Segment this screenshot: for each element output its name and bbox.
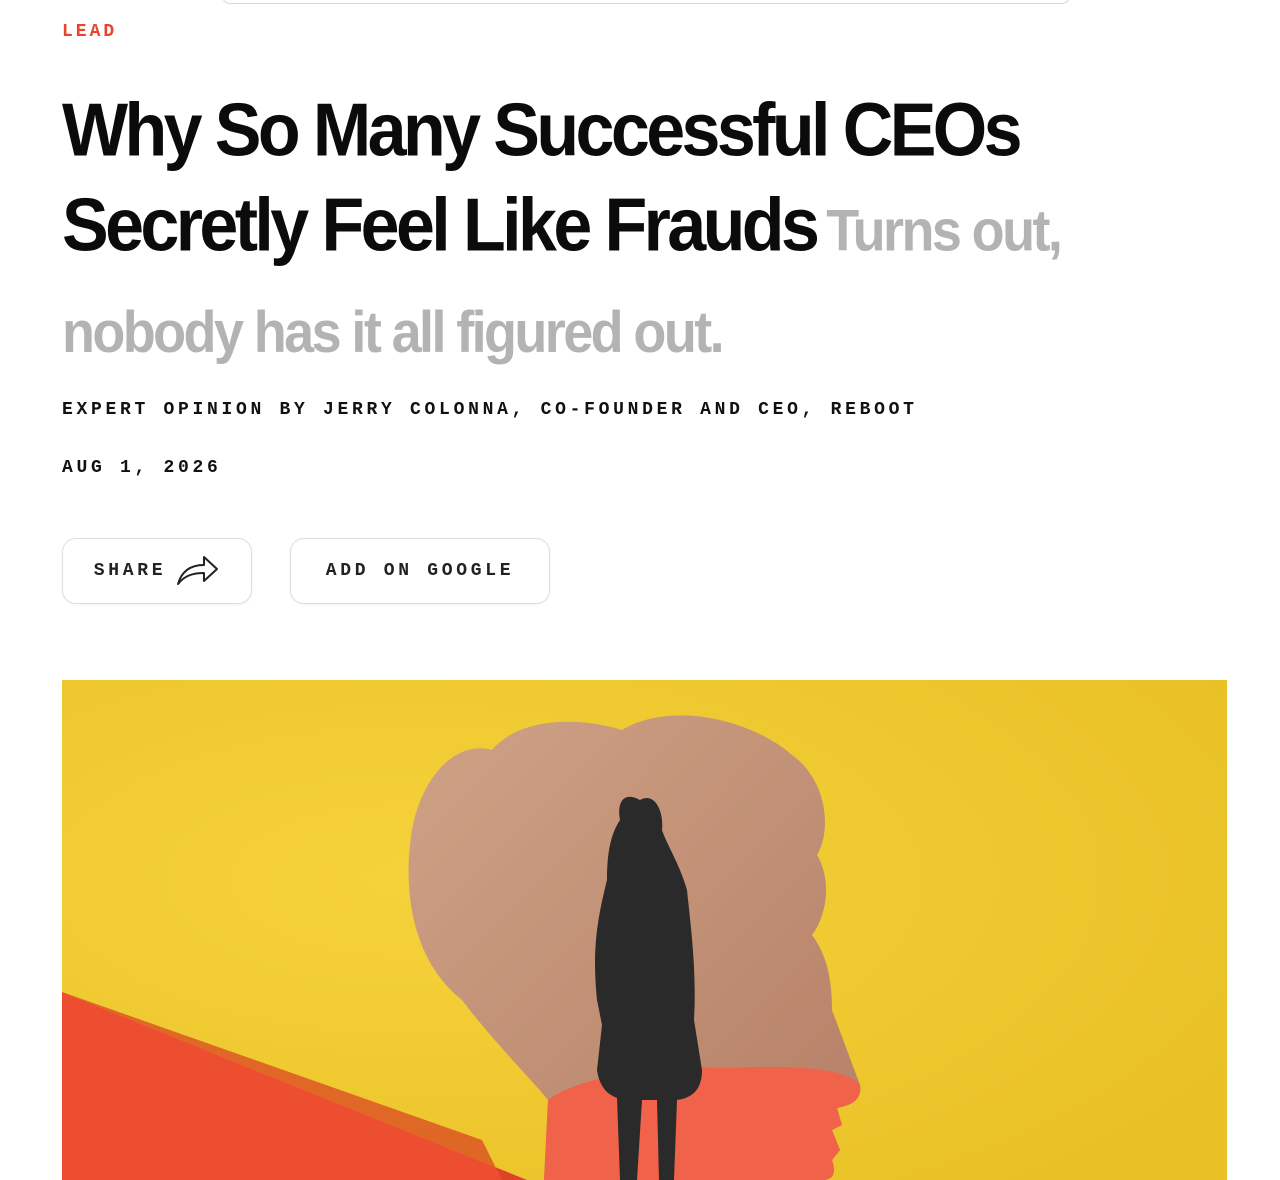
- hero-illustration: [62, 680, 1227, 1180]
- byline: EXPERT OPINION BY JERRY COLONNA, CO-FOUN…: [62, 400, 918, 420]
- author-link[interactable]: JERRY COLONNA, CO-FOUNDER AND CEO, REBOO…: [323, 400, 918, 420]
- share-label: SHARE: [93, 561, 167, 581]
- search-bar-edge: [222, 0, 1070, 4]
- section-kicker-link[interactable]: LEAD: [62, 22, 117, 42]
- add-on-google-button[interactable]: ADD ON GOOGLE: [290, 538, 550, 604]
- article-headline: Why So Many Successful CEOs Secretly Fee…: [62, 82, 1182, 380]
- share-button[interactable]: SHARE: [62, 538, 252, 604]
- share-arrow-icon: [177, 556, 219, 585]
- hero-image: [62, 680, 1227, 1180]
- add-on-google-label: ADD ON GOOGLE: [325, 561, 515, 581]
- byline-prefix: EXPERT OPINION BY: [62, 400, 309, 420]
- head-lower-red: [544, 1066, 861, 1180]
- publish-date: AUG 1, 2026: [62, 458, 222, 478]
